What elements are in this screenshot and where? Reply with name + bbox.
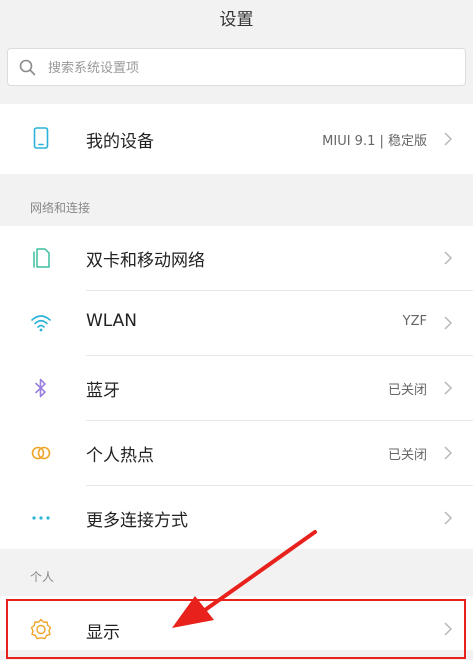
wifi-icon bbox=[31, 315, 51, 332]
chevron-right-icon bbox=[444, 511, 453, 525]
hotspot-label: 个人热点 bbox=[86, 446, 154, 466]
section-personal: 个人 bbox=[30, 570, 55, 584]
search-box[interactable] bbox=[7, 48, 466, 86]
wlan-label: WLAN bbox=[86, 311, 138, 331]
chevron-right-icon bbox=[444, 381, 453, 395]
bluetooth-status: 已关闭 bbox=[387, 383, 427, 398]
bluetooth-label: 蓝牙 bbox=[86, 381, 120, 401]
chevron-right-icon bbox=[444, 316, 453, 330]
network-card: 双卡和移动网络 WLAN YZF 蓝牙 已关闭 个人热点 已关闭 更多连接方式 bbox=[0, 226, 473, 549]
wlan-item[interactable]: WLAN YZF bbox=[0, 291, 473, 355]
hotspot-status: 已关闭 bbox=[387, 448, 427, 463]
chevron-right-icon bbox=[444, 251, 453, 265]
dual-sim-label: 双卡和移动网络 bbox=[86, 251, 205, 271]
hotspot-item[interactable]: 个人热点 已关闭 bbox=[0, 421, 473, 485]
chevron-right-icon bbox=[444, 446, 453, 460]
page-title: 设置 bbox=[219, 10, 254, 30]
search-icon bbox=[19, 59, 36, 76]
chevron-right-icon bbox=[444, 132, 453, 146]
miui-version: MIUI 9.1 | 稳定版 bbox=[322, 134, 427, 149]
search-area bbox=[0, 38, 473, 96]
more-connections-item[interactable]: 更多连接方式 bbox=[0, 486, 473, 550]
wlan-network-name: YZF bbox=[402, 314, 427, 329]
more-connections-label: 更多连接方式 bbox=[86, 511, 188, 531]
bluetooth-item[interactable]: 蓝牙 已关闭 bbox=[0, 356, 473, 420]
device-card: 我的设备 MIUI 9.1 | 稳定版 bbox=[0, 104, 473, 174]
phone-icon bbox=[33, 127, 49, 149]
bluetooth-icon bbox=[35, 378, 46, 398]
more-dots-icon bbox=[32, 516, 50, 520]
search-input[interactable] bbox=[46, 57, 450, 79]
sim-card-icon bbox=[33, 248, 50, 268]
title-bar: 设置 bbox=[0, 0, 473, 38]
my-device-label: 我的设备 bbox=[86, 132, 154, 152]
my-device-item[interactable]: 我的设备 MIUI 9.1 | 稳定版 bbox=[0, 107, 473, 171]
highlight-box bbox=[6, 599, 466, 659]
section-network: 网络和连接 bbox=[30, 201, 91, 215]
dual-sim-item[interactable]: 双卡和移动网络 bbox=[0, 226, 473, 290]
hotspot-icon bbox=[31, 446, 51, 460]
